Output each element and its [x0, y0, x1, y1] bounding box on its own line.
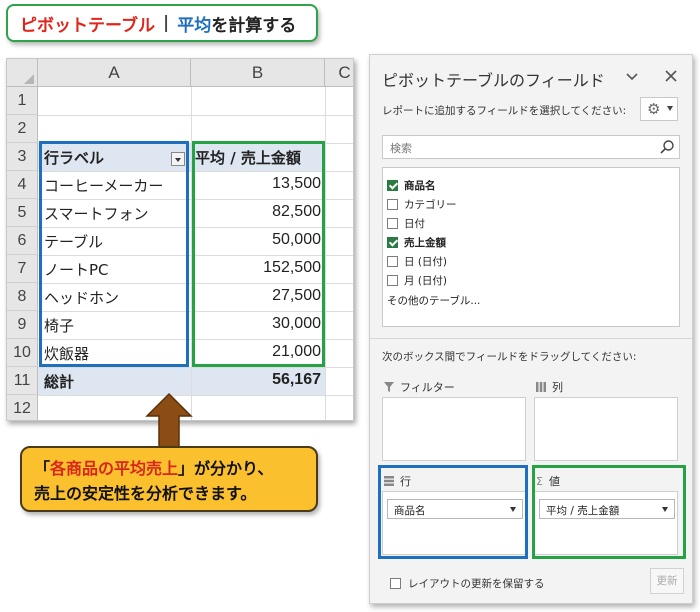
filter-area-label: フィルター [384, 379, 455, 395]
pane-instruction: レポートに追加するフィールドを選択してください: [382, 105, 627, 117]
pane-title: ピボットテーブルのフィールド [382, 71, 605, 90]
defer-layout-update[interactable]: レイアウトの更新を保留する [390, 576, 545, 591]
callout-arrow-icon [145, 392, 193, 449]
field-label: 月 (日付) [404, 274, 448, 287]
callout-line-1-suffix: 」が分かり、 [178, 459, 274, 478]
column-header-b[interactable]: B [191, 59, 325, 87]
search-placeholder: 検索 [390, 142, 412, 155]
columns-icon [536, 382, 546, 392]
tools-gear-button[interactable]: ⚙ [640, 97, 678, 121]
filter-icon [384, 382, 394, 392]
row-header-10[interactable]: 10 [7, 339, 38, 367]
checkbox-icon[interactable] [387, 198, 398, 210]
checkbox-icon[interactable] [387, 274, 398, 286]
row-header-7[interactable]: 7 [7, 255, 38, 283]
more-tables-link[interactable]: その他のテーブル... [387, 293, 480, 308]
drag-instruction: 次のボックス間でフィールドをドラッグしてください: [382, 351, 637, 363]
columns-drop-area[interactable] [534, 397, 678, 461]
title-separator: | [162, 13, 170, 33]
callout-open-quote: 「 [34, 459, 51, 478]
search-icon[interactable] [659, 139, 675, 155]
rows-area-highlight [378, 465, 528, 559]
field-item-sales-amount[interactable]: 売上金額 [387, 233, 446, 251]
row-header-8[interactable]: 8 [7, 283, 38, 311]
columns-area-label: 列 [536, 379, 563, 395]
column-header-c[interactable]: C [325, 59, 353, 87]
pane-divider[interactable] [370, 338, 692, 339]
column-header-a[interactable]: A [38, 59, 191, 87]
field-list: 商品名 カテゴリー 日付 売上金額 日 (日付) 月 (日付) その他のテーブル… [382, 167, 680, 327]
row-header-6[interactable]: 6 [7, 227, 38, 255]
field-item-product-name[interactable]: 商品名 [387, 176, 436, 194]
pivot-total-label[interactable]: 総計 [44, 371, 74, 392]
row-labels-highlight [39, 141, 189, 367]
checkbox-checked-icon[interactable] [387, 236, 398, 248]
gear-icon: ⚙ [647, 100, 661, 118]
callout-line-2: 売上の安定性を分析できます。 [34, 484, 257, 503]
row-header-1[interactable]: 1 [7, 87, 38, 115]
update-button[interactable]: 更新 [650, 568, 684, 594]
row-header-2[interactable]: 2 [7, 115, 38, 143]
callout-box: 「各商品の平均売上」が分かり、 売上の安定性を分析できます。 [20, 446, 318, 512]
values-highlight [192, 141, 325, 367]
field-label: 売上金額 [404, 236, 446, 249]
row-header-11[interactable]: 11 [7, 367, 38, 395]
pivot-total-value[interactable]: 56,167 [195, 371, 321, 389]
filter-area-title: フィルター [400, 381, 455, 394]
pivot-field-pane: ピボットテーブルのフィールド レポートに追加するフィールドを選択してください: … [369, 54, 693, 604]
field-search-input[interactable]: 検索 [382, 135, 680, 159]
field-label: 日付 [404, 217, 425, 230]
callout-line-1: 「各商品の平均売上」が分かり、 [34, 456, 316, 481]
spreadsheet: A B C 1 2 3 4 5 6 7 8 9 10 11 12 行ラベル 平均… [6, 58, 354, 421]
row-header-9[interactable]: 9 [7, 311, 38, 339]
row-header-5[interactable]: 5 [7, 199, 38, 227]
field-item-date[interactable]: 日付 [387, 214, 425, 232]
checkbox-icon[interactable] [390, 578, 401, 589]
field-item-category[interactable]: カテゴリー [387, 195, 457, 213]
field-item-month[interactable]: 月 (日付) [387, 271, 447, 289]
field-label: 日 (日付) [404, 255, 448, 268]
checkbox-icon[interactable] [387, 217, 398, 229]
checkbox-checked-icon[interactable] [387, 179, 398, 191]
columns-area-title: 列 [552, 381, 563, 394]
title-calculate: を計算する [211, 15, 297, 36]
select-all-corner[interactable] [7, 59, 38, 87]
callout-emphasis: 各商品の平均売上 [50, 459, 179, 478]
defer-label: レイアウトの更新を保留する [408, 578, 545, 590]
title-pivot: ピボットテーブル [20, 15, 155, 36]
row-header-4[interactable]: 4 [7, 171, 38, 199]
filter-drop-area[interactable] [382, 397, 526, 461]
checkbox-icon[interactable] [387, 255, 398, 267]
pane-options-chevron-icon[interactable] [626, 73, 638, 81]
row-header-3[interactable]: 3 [7, 143, 38, 171]
title-badge: ピボットテーブル | 平均 を計算する [6, 4, 318, 42]
title-average: 平均 [177, 15, 212, 36]
field-label: カテゴリー [404, 198, 457, 211]
close-icon[interactable] [665, 70, 677, 82]
chevron-down-icon [667, 106, 673, 111]
field-item-day[interactable]: 日 (日付) [387, 252, 447, 270]
values-area-highlight [532, 465, 686, 559]
field-label: 商品名 [404, 179, 436, 192]
row-header-12[interactable]: 12 [7, 395, 38, 420]
